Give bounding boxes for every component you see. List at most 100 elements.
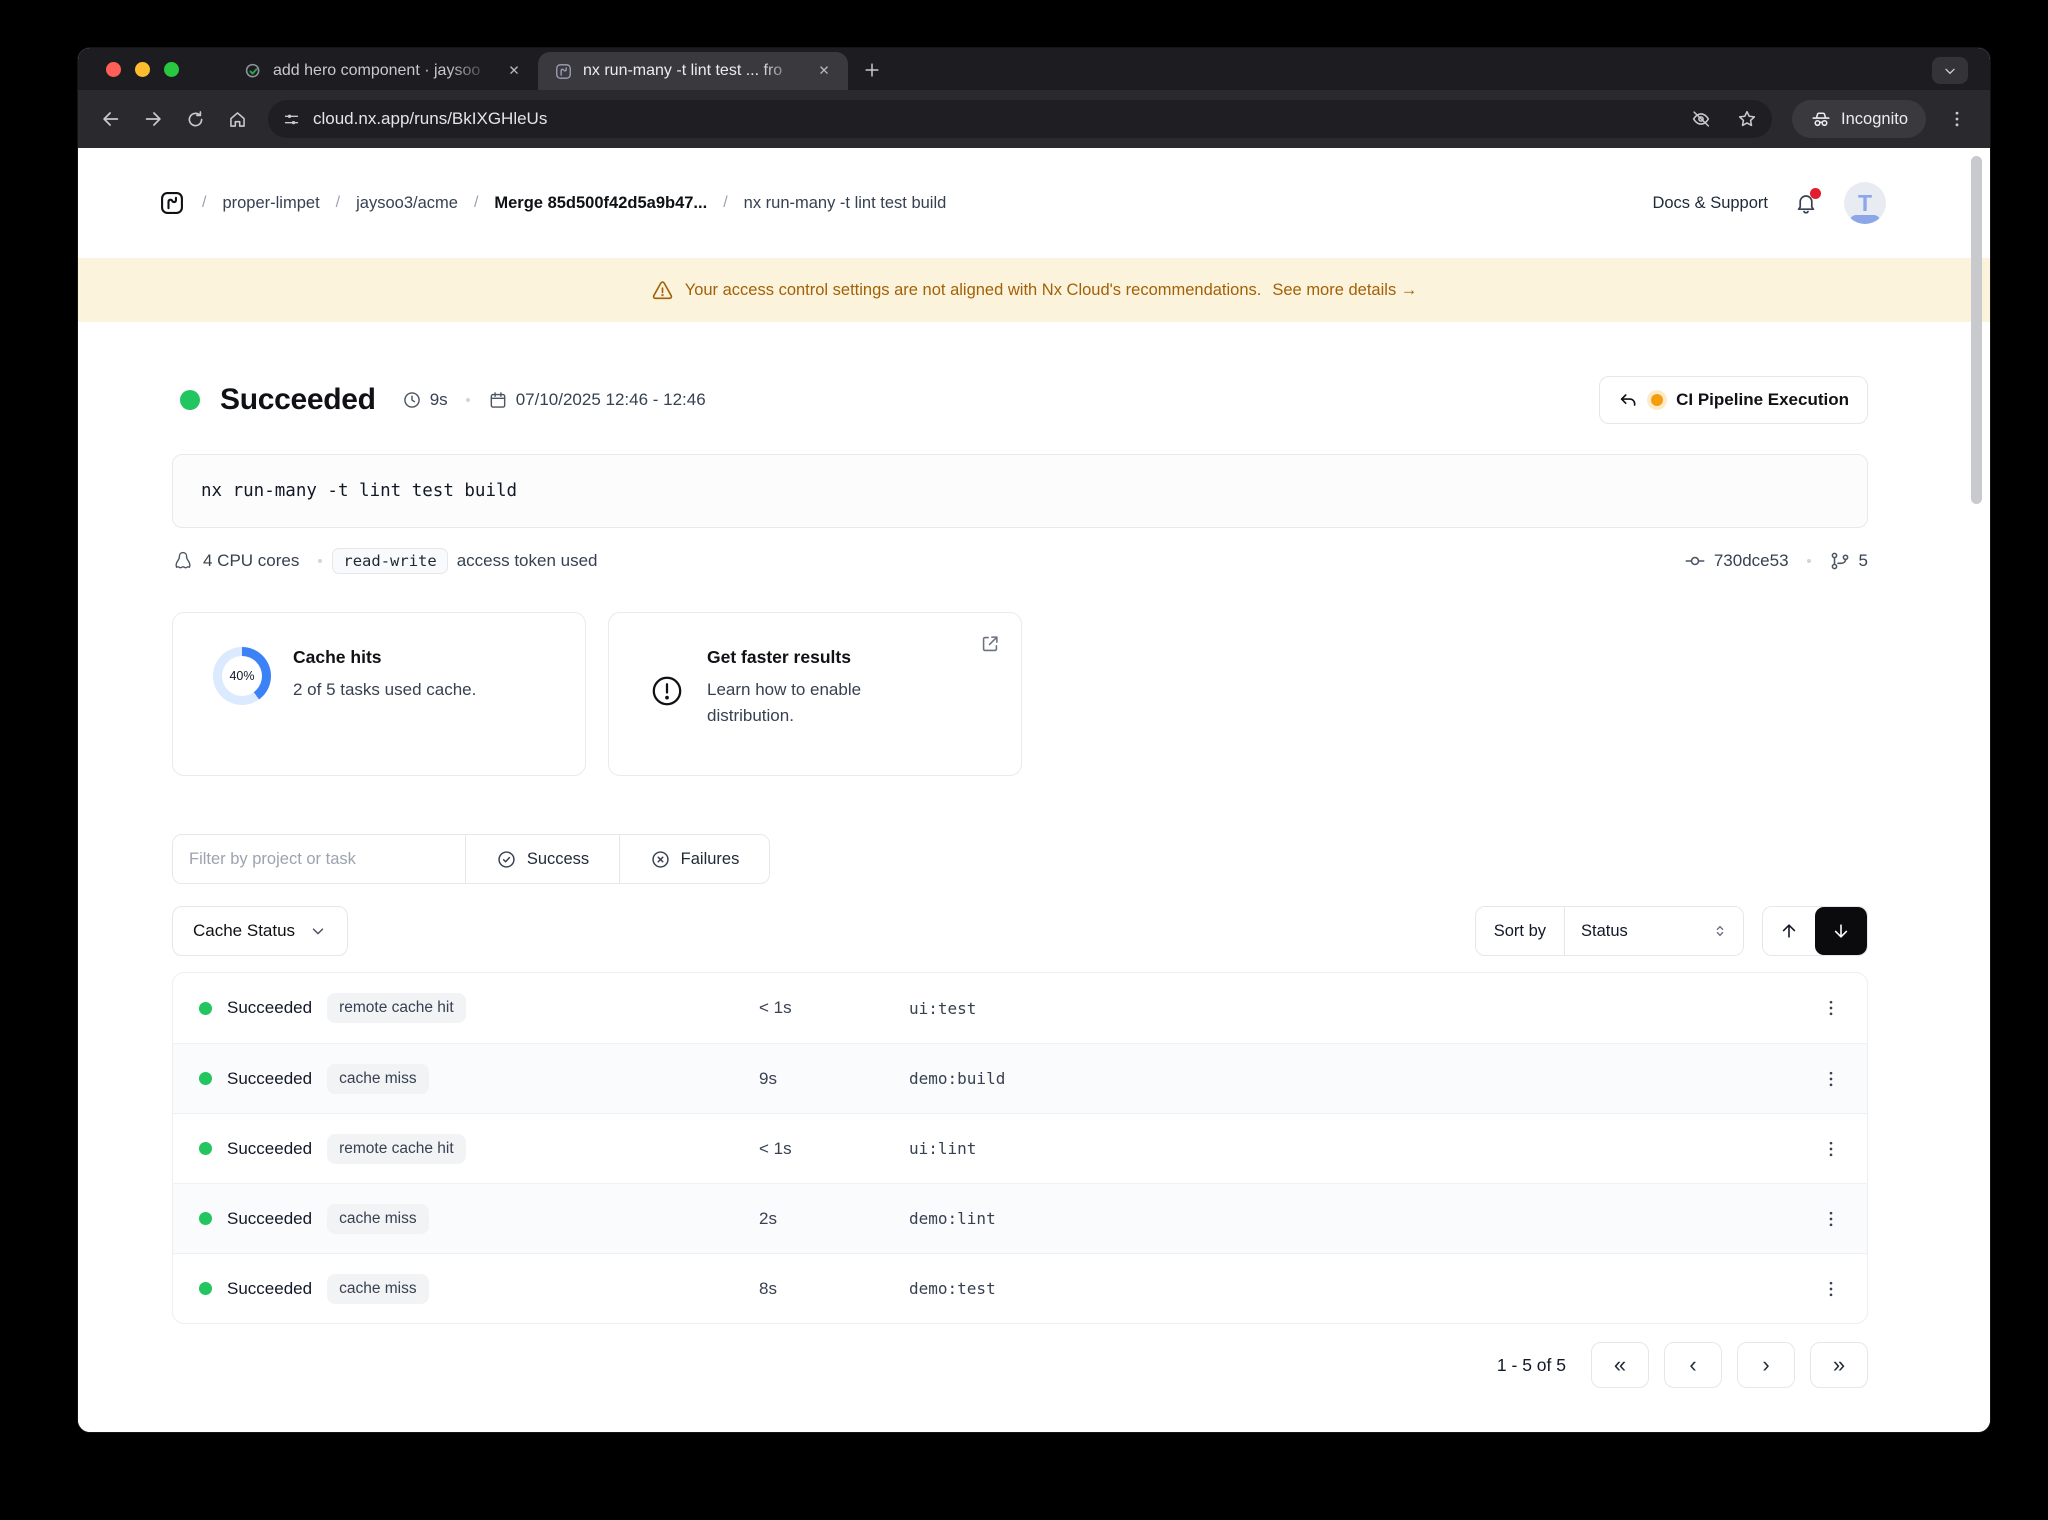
row-menu-icon[interactable] <box>1821 1069 1841 1089</box>
docs-support-link[interactable]: Docs & Support <box>1652 194 1768 213</box>
reload-icon[interactable] <box>176 100 214 138</box>
row-menu-icon[interactable] <box>1821 1139 1841 1159</box>
previous-page-button[interactable]: ‹ <box>1664 1342 1722 1388</box>
maximize-window-button[interactable] <box>164 62 179 77</box>
task-row[interactable]: Succeeded cache miss 2s demo:lint <box>173 1183 1867 1253</box>
url-text[interactable]: cloud.nx.app/runs/BkIXGHleUs <box>313 109 547 129</box>
separator-dot <box>1806 559 1811 563</box>
nx-logo-icon[interactable] <box>158 189 186 217</box>
task-status-dot <box>199 1001 212 1015</box>
bookmark-star-icon[interactable] <box>1730 102 1764 136</box>
home-icon[interactable] <box>218 100 256 138</box>
cache-percent: 40% <box>229 669 255 683</box>
tab-strip: add hero component · jaysoo ✕ nx run-man… <box>78 48 1990 90</box>
task-row[interactable]: Succeeded remote cache hit < 1s ui:test <box>173 973 1867 1043</box>
next-page-button[interactable]: › <box>1737 1342 1795 1388</box>
filter-input[interactable] <box>173 835 465 883</box>
filter-group: Success Failures <box>172 834 770 884</box>
breadcrumb-separator: / <box>202 194 207 211</box>
task-status-dot <box>199 1072 212 1085</box>
task-target[interactable]: ui:lint <box>909 1139 1793 1158</box>
notifications-bell-icon[interactable] <box>1794 188 1821 215</box>
run-timestamp: 07/10/2025 12:46 - 12:46 <box>515 390 706 409</box>
row-menu-icon[interactable] <box>1821 1209 1841 1229</box>
breadcrumb-separator: / <box>335 194 341 211</box>
avatar-letter: T <box>1857 189 1873 216</box>
page-content: / proper-limpet / jaysoo3/acme / Merge 8… <box>78 148 1990 1432</box>
undo-arrow-icon <box>1618 390 1638 410</box>
external-link-icon[interactable] <box>979 633 1001 655</box>
site-settings-icon[interactable] <box>282 110 301 129</box>
ci-pipeline-execution-button[interactable]: CI Pipeline Execution <box>1599 376 1868 424</box>
traffic-lights <box>106 62 179 77</box>
task-status: Succeeded <box>227 998 313 1017</box>
github-pr-check-icon <box>244 62 263 81</box>
task-target[interactable]: demo:build <box>909 1069 1793 1088</box>
check-circle-icon <box>496 849 517 870</box>
pagination-label: 1 - 5 of 5 <box>1496 1354 1566 1375</box>
breadcrumb-workspace[interactable]: proper-limpet <box>222 194 319 213</box>
run-command-box: nx run-many -t lint test build <box>172 454 1868 528</box>
sort-field-select[interactable]: Status <box>1565 907 1743 955</box>
ci-pipeline-label: CI Pipeline Execution <box>1676 390 1849 409</box>
breadcrumb-repo[interactable]: jaysoo3/acme <box>356 194 458 213</box>
branch-count: 5 <box>1858 551 1868 570</box>
task-table: Succeeded remote cache hit < 1s ui:test … <box>172 972 1868 1324</box>
close-tab-icon[interactable]: ✕ <box>812 59 836 83</box>
breadcrumb-commit[interactable]: Merge 85d500f42d5a9b47... <box>494 194 707 213</box>
commit-sha[interactable]: 730dce53 <box>1714 551 1789 571</box>
tab-github-pr[interactable]: add hero component · jaysoo ✕ <box>228 52 538 90</box>
incognito-icon <box>1810 108 1832 130</box>
task-target[interactable]: ui:test <box>909 999 1793 1018</box>
run-command: nx run-many -t lint test build <box>201 481 518 501</box>
first-page-button[interactable]: « <box>1591 1342 1649 1388</box>
sort-ascending-button[interactable] <box>1763 907 1815 955</box>
task-status: Succeeded <box>227 1208 313 1228</box>
sort-direction-toggle <box>1762 906 1868 956</box>
sort-by-label: Sort by <box>1476 907 1565 955</box>
separator-dot <box>318 559 323 563</box>
task-status: Succeeded <box>227 1278 313 1298</box>
cache-status-badge: cache miss <box>327 1063 429 1094</box>
eye-off-icon[interactable] <box>1684 102 1718 136</box>
notification-dot <box>1810 188 1821 199</box>
filter-success-label: Success <box>526 849 590 868</box>
filter-failures-button[interactable]: Failures <box>619 835 769 883</box>
browser-toolbar: cloud.nx.app/runs/BkIXGHleUs Incognito <box>78 90 1990 148</box>
git-branch-icon <box>1829 550 1851 572</box>
tab-nx-run[interactable]: nx run-many -t lint test ... fro ✕ <box>538 52 848 90</box>
pagination: 1 - 5 of 5 « ‹ › » <box>172 1342 1868 1388</box>
browser-menu-icon[interactable] <box>1938 100 1976 138</box>
task-target[interactable]: demo:test <box>909 1279 1793 1298</box>
task-row[interactable]: Succeeded cache miss 8s demo:test <box>173 1253 1867 1323</box>
close-window-button[interactable] <box>106 62 121 77</box>
close-tab-icon[interactable]: ✕ <box>502 59 526 83</box>
row-menu-icon[interactable] <box>1821 998 1841 1018</box>
banner-details-link[interactable]: See more details → <box>1272 281 1417 300</box>
tab-search-button[interactable] <box>1932 57 1968 84</box>
clock-icon <box>402 390 422 410</box>
cache-hits-card: 40% Cache hits 2 of 5 tasks used cache. <box>172 612 586 776</box>
last-page-button[interactable]: » <box>1810 1342 1868 1388</box>
task-row[interactable]: Succeeded cache miss 9s demo:build <box>173 1043 1867 1113</box>
task-duration: < 1s <box>759 998 792 1017</box>
banner-text: Your access control settings are not ali… <box>684 280 1262 299</box>
distribution-card-desc[interactable]: Learn how to enable distribution. <box>707 677 937 730</box>
forward-icon[interactable] <box>134 100 172 138</box>
avatar[interactable]: T <box>1844 182 1886 224</box>
run-meta-row: 4 CPU cores read-write access token used… <box>172 548 1868 574</box>
cache-status-dropdown[interactable]: Cache Status <box>172 906 349 956</box>
breadcrumb-run[interactable]: nx run-many -t lint test build <box>744 194 947 213</box>
back-icon[interactable] <box>92 100 130 138</box>
row-menu-icon[interactable] <box>1821 1279 1841 1299</box>
minimize-window-button[interactable] <box>135 62 150 77</box>
filter-success-button[interactable]: Success <box>465 835 619 883</box>
address-bar[interactable]: cloud.nx.app/runs/BkIXGHleUs <box>268 100 1773 138</box>
sort-value: Status <box>1581 921 1628 940</box>
access-token-chip: read-write <box>332 548 448 574</box>
task-target[interactable]: demo:lint <box>909 1209 1793 1228</box>
new-tab-button[interactable] <box>856 54 888 86</box>
sort-descending-button[interactable] <box>1815 907 1867 955</box>
task-row[interactable]: Succeeded remote cache hit < 1s ui:lint <box>173 1113 1867 1183</box>
page-scrollbar[interactable] <box>1971 156 1982 504</box>
